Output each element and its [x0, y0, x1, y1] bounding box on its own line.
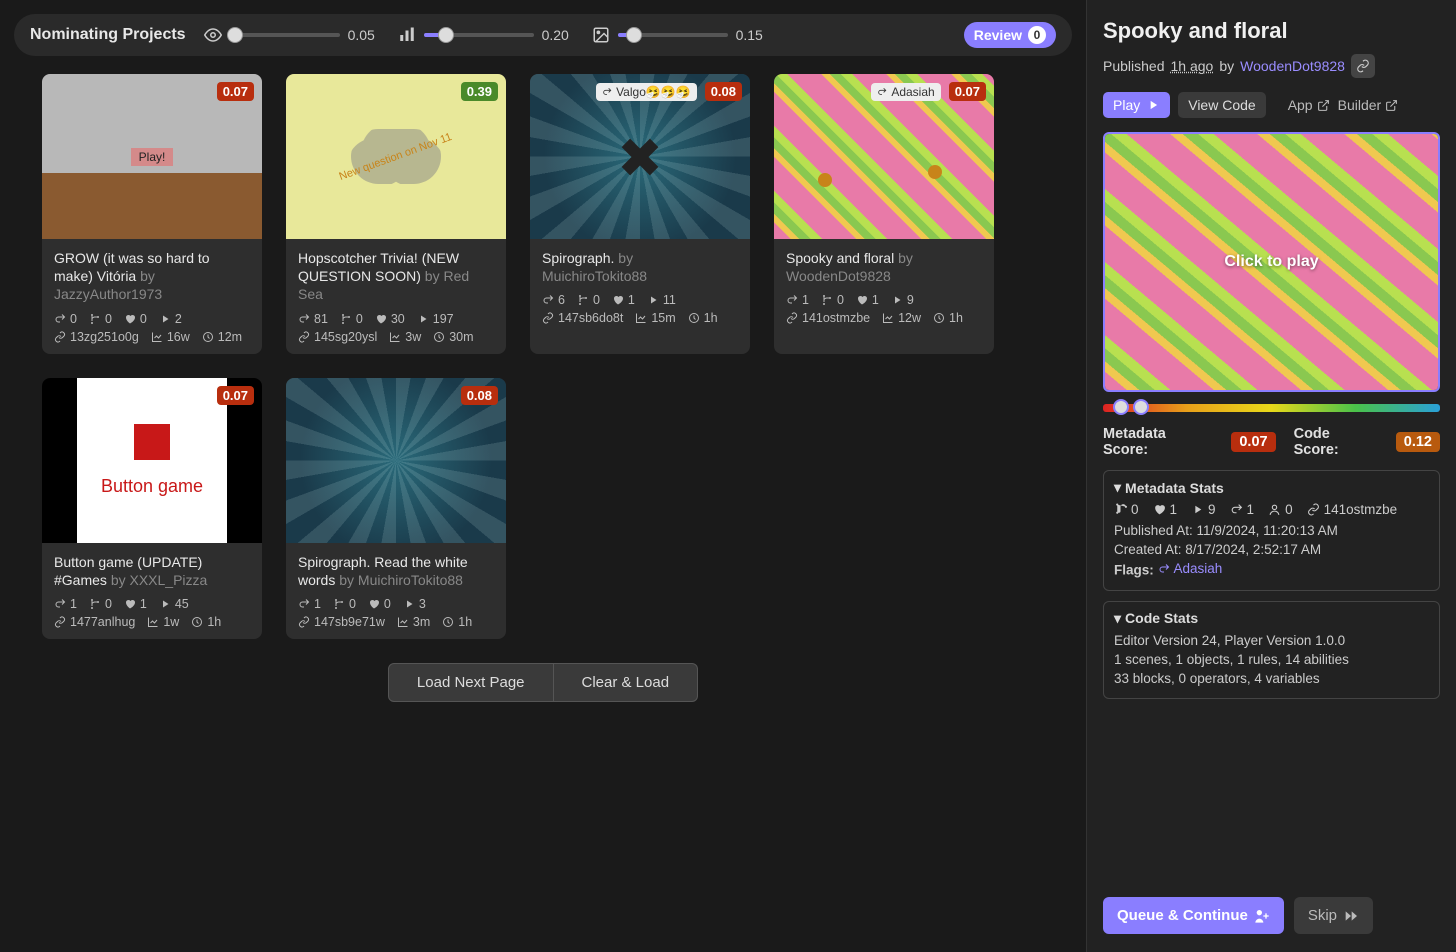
review-count: 0: [1028, 26, 1046, 44]
meta-score-value: 0.07: [1231, 432, 1275, 452]
card-meta: 13zg251o0g 16w 12m: [54, 330, 250, 344]
card-stats: 1 0 1 45: [54, 597, 250, 611]
card-stats: 81 0 30 197: [298, 312, 494, 326]
metadata-stats-header[interactable]: ▾Metadata Stats: [1114, 479, 1429, 496]
card-user-badge: Adasiah0.07: [871, 82, 986, 101]
slider-chart[interactable]: 0.20: [398, 26, 574, 44]
detail-author[interactable]: WoodenDot9828: [1240, 58, 1345, 74]
slider-value: 0.15: [736, 27, 768, 43]
skip-button[interactable]: Skip: [1294, 897, 1373, 934]
score-row: Metadata Score: 0.07 Code Score: 0.12: [1103, 426, 1440, 458]
slider-track[interactable]: [618, 33, 728, 37]
card-score-badge: 0.39: [461, 82, 498, 101]
review-button[interactable]: Review 0: [964, 22, 1056, 48]
detail-meta: Published 1h ago by WoodenDot9828: [1103, 54, 1440, 78]
project-card[interactable]: Valgo🤧🤧🤧0.08 Spirograph. by MuichiroToki…: [530, 74, 750, 354]
card-title: Spirograph. by MuichiroTokito88: [542, 249, 738, 285]
card-title: Hopscotcher Trivia! (NEW QUESTION SOON) …: [298, 249, 494, 304]
detail-title: Spooky and floral: [1103, 18, 1440, 44]
clear-load-button[interactable]: Clear & Load: [554, 663, 699, 702]
card-meta: 147sb6do8t 15m 1h: [542, 311, 738, 325]
card-thumbnail: Button game0.07: [42, 378, 262, 543]
chart-icon: [398, 26, 416, 44]
card-stats: 1 0 1 9: [786, 293, 982, 307]
created-at: Created At: 8/17/2024, 2:52:17 AM: [1114, 542, 1429, 557]
project-card[interactable]: New question on Nov 110.39 Hopscotcher T…: [286, 74, 506, 354]
detail-sidebar: Spooky and floral Published 1h ago by Wo…: [1086, 0, 1456, 952]
eye-icon: [204, 26, 222, 44]
metadata-stats-panel: ▾Metadata Stats 0 1 9 1 0 141ostmzbe Pub…: [1103, 470, 1440, 591]
slider-image[interactable]: 0.15: [592, 26, 768, 44]
main-panel: Nominating Projects 0.05 0.20 0.15 Revie…: [0, 0, 1086, 952]
code-stats-panel: ▾Code Stats Editor Version 24, Player Ve…: [1103, 601, 1440, 699]
code-score-value: 0.12: [1396, 432, 1440, 452]
card-stats: 6 0 1 11: [542, 293, 738, 307]
link-icon[interactable]: [1351, 54, 1375, 78]
slider-track[interactable]: [230, 33, 340, 37]
flags-row: Flags: Adasiah: [1114, 561, 1429, 578]
card-thumbnail: 0.08: [286, 378, 506, 543]
card-user-badge: Valgo🤧🤧🤧0.08: [596, 82, 742, 101]
card-stats: 0 0 0 2: [54, 312, 250, 326]
tab-play[interactable]: Play: [1103, 92, 1170, 118]
meta-score-label: Metadata Score:: [1103, 426, 1213, 458]
project-card[interactable]: Play!0.07 GROW (it was so hard to make) …: [42, 74, 262, 354]
card-stats: 1 0 0 3: [298, 597, 494, 611]
slider-value: 0.20: [542, 27, 574, 43]
card-thumbnail: New question on Nov 110.39: [286, 74, 506, 239]
card-meta: 145sg20ysl 3w 30m: [298, 330, 494, 344]
review-label: Review: [974, 27, 1022, 43]
card-title: Button game (UPDATE) #Games by XXXL_Pizz…: [54, 553, 250, 589]
card-thumbnail: Adasiah0.07: [774, 74, 994, 239]
preview-text: Click to play: [1224, 253, 1318, 271]
load-next-button[interactable]: Load Next Page: [388, 663, 554, 702]
project-card[interactable]: Adasiah0.07 Spooky and floral by WoodenD…: [774, 74, 994, 354]
pagination: Load Next Page Clear & Load: [14, 663, 1072, 702]
toolbar: Nominating Projects 0.05 0.20 0.15 Revie…: [14, 14, 1072, 56]
slider-track[interactable]: [424, 33, 534, 37]
flags-user-link[interactable]: Adasiah: [1158, 561, 1223, 576]
card-title: Spirograph. Read the white words by Muic…: [298, 553, 494, 589]
card-thumbnail: Play!0.07: [42, 74, 262, 239]
image-icon: [592, 26, 610, 44]
slider-visibility[interactable]: 0.05: [204, 26, 380, 44]
card-score-badge: 0.07: [217, 386, 254, 405]
triangle-down-icon: ▾: [1114, 479, 1121, 496]
card-meta: 141ostmzbe 12w 1h: [786, 311, 982, 325]
detail-time: 1h ago: [1171, 58, 1214, 74]
triangle-down-icon: ▾: [1114, 610, 1121, 627]
card-meta: 147sb9e71w 3m 1h: [298, 615, 494, 629]
project-card[interactable]: 0.08 Spirograph. Read the white words by…: [286, 378, 506, 639]
card-thumbnail: Valgo🤧🤧🤧0.08: [530, 74, 750, 239]
card-title: Spooky and floral by WoodenDot9828: [786, 249, 982, 285]
published-at: Published At: 11/9/2024, 11:20:13 AM: [1114, 523, 1429, 538]
metadata-counts: 0 1 9 1 0 141ostmzbe: [1114, 502, 1429, 517]
detail-tabs: Play View Code App Builder: [1103, 92, 1440, 118]
footer-buttons: Queue & Continue Skip: [1103, 897, 1440, 934]
card-meta: 1477anlhug 1w 1h: [54, 615, 250, 629]
slider-value: 0.05: [348, 27, 380, 43]
card-score-badge: 0.08: [461, 386, 498, 405]
project-card[interactable]: Button game0.07 Button game (UPDATE) #Ga…: [42, 378, 262, 639]
code-stats-header[interactable]: ▾Code Stats: [1114, 610, 1429, 627]
queue-continue-button[interactable]: Queue & Continue: [1103, 897, 1284, 934]
card-score-badge: 0.07: [217, 82, 254, 101]
link-app[interactable]: App: [1288, 97, 1330, 113]
preview-play[interactable]: Click to play: [1103, 132, 1440, 392]
project-grid: Play!0.07 GROW (it was so hard to make) …: [14, 74, 1072, 639]
score-gradient[interactable]: [1103, 404, 1440, 412]
tab-view-code[interactable]: View Code: [1178, 92, 1265, 118]
card-title: GROW (it was so hard to make) Vitória by…: [54, 249, 250, 304]
link-builder[interactable]: Builder: [1338, 97, 1399, 113]
code-score-label: Code Score:: [1294, 426, 1378, 458]
toolbar-title: Nominating Projects: [30, 26, 186, 44]
